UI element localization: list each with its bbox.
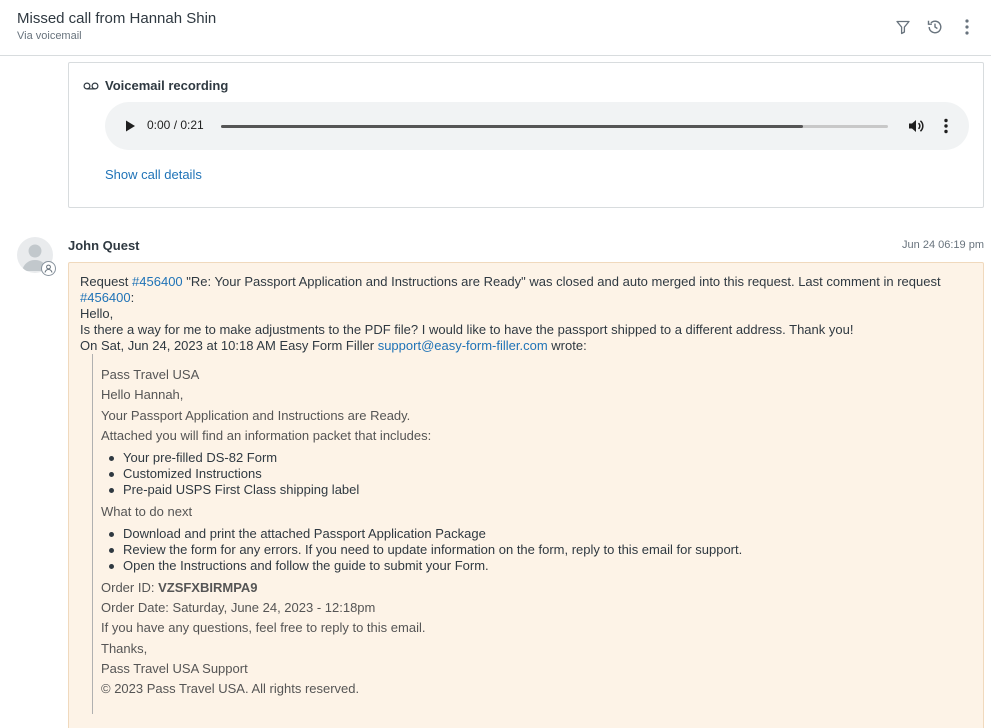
quoted-questions: If you have any questions, feel free to … xyxy=(101,620,426,635)
quoted-salutation: Hello Hannah, xyxy=(101,387,184,402)
ticket-channel: Via voicemail xyxy=(17,30,82,42)
ticket-title: Missed call from Hannah Shin xyxy=(17,10,217,27)
order-id: Order ID: VZSFXBIRMPA9 xyxy=(101,580,258,595)
quoted-ready: Your Passport Application and Instructio… xyxy=(101,408,411,423)
list-item: Your pre-filled DS-82 Form xyxy=(108,450,278,465)
quoted-thanks: Thanks, xyxy=(101,641,148,656)
greeting: Hello, xyxy=(80,306,114,321)
audio-player[interactable]: 0:00 / 0:21 xyxy=(105,102,969,150)
order-id-value: VZSFXBIRMPA9 xyxy=(158,580,258,595)
audio-buffer-bar xyxy=(221,125,804,128)
quoted-signature: Pass Travel USA Support xyxy=(101,661,248,676)
list-item: Review the form for any errors. If you n… xyxy=(108,542,743,557)
request-link-2[interactable]: #456400 xyxy=(80,290,131,305)
history-icon[interactable] xyxy=(925,17,945,37)
comment-body: Request #456400 "Re: Your Passport Appli… xyxy=(68,262,984,728)
list-item: Pre-paid USPS First Class shipping label xyxy=(108,482,360,497)
list-item: Customized Instructions xyxy=(109,466,262,481)
quoted-attached: Attached you will find an information pa… xyxy=(101,428,432,443)
quote-attribution: On Sat, Jun 24, 2023 at 10:18 AM Easy Fo… xyxy=(80,338,970,354)
comment-author[interactable]: John Quest xyxy=(68,238,140,253)
play-icon[interactable] xyxy=(123,118,137,134)
merge-notice-prefix: Request xyxy=(80,274,133,289)
voicemail-heading-label: Voicemail recording xyxy=(105,78,229,93)
quoted-next-heading: What to do next xyxy=(101,504,193,519)
audio-progress-track[interactable] xyxy=(221,125,888,128)
merge-notice-suffix: : xyxy=(130,290,135,305)
voicemail-card: Voicemail recording 0:00 / 0:21 Show cal… xyxy=(68,62,984,208)
quoted-email: Pass Travel USA Hello Hannah, Your Passp… xyxy=(92,354,980,714)
attribution-prefix: On Sat, Jun 24, 2023 at 10:18 AM Easy Fo… xyxy=(80,338,378,353)
player-more-icon[interactable] xyxy=(941,117,951,135)
attribution-suffix: wrote: xyxy=(547,338,587,353)
volume-icon[interactable] xyxy=(907,117,925,135)
merge-notice: Request #456400 "Re: Your Passport Appli… xyxy=(80,274,970,306)
order-date: Order Date: Saturday, June 24, 2023 - 12… xyxy=(101,600,376,615)
more-vertical-icon[interactable] xyxy=(957,17,977,37)
show-call-details-link[interactable]: Show call details xyxy=(105,167,202,182)
list-item: Download and print the attached Passport… xyxy=(109,526,486,541)
comment-timestamp: Jun 24 06:19 pm xyxy=(902,239,984,251)
comment-text: Request #456400 "Re: Your Passport Appli… xyxy=(80,274,970,354)
quoted-company: Pass Travel USA xyxy=(101,367,200,382)
filter-icon[interactable] xyxy=(893,17,913,37)
list-item: Open the Instructions and follow the gui… xyxy=(109,558,489,573)
voicemail-icon xyxy=(83,78,99,93)
order-id-label: Order ID: xyxy=(101,580,159,595)
customer-message: Is there a way for me to make adjustment… xyxy=(80,322,854,337)
quoted-copyright: © 2023 Pass Travel USA. All rights reser… xyxy=(101,681,360,696)
request-link[interactable]: #456400 xyxy=(132,274,183,289)
merge-notice-text: "Re: Your Passport Application and Instr… xyxy=(182,274,941,289)
audio-time: 0:00 / 0:21 xyxy=(147,118,204,132)
voicemail-heading: Voicemail recording xyxy=(83,78,228,93)
ticket-header: Missed call from Hannah Shin Via voicema… xyxy=(0,0,991,56)
support-email-link[interactable]: support@easy-form-filler.com xyxy=(378,338,548,353)
agent-badge-icon xyxy=(41,261,56,276)
